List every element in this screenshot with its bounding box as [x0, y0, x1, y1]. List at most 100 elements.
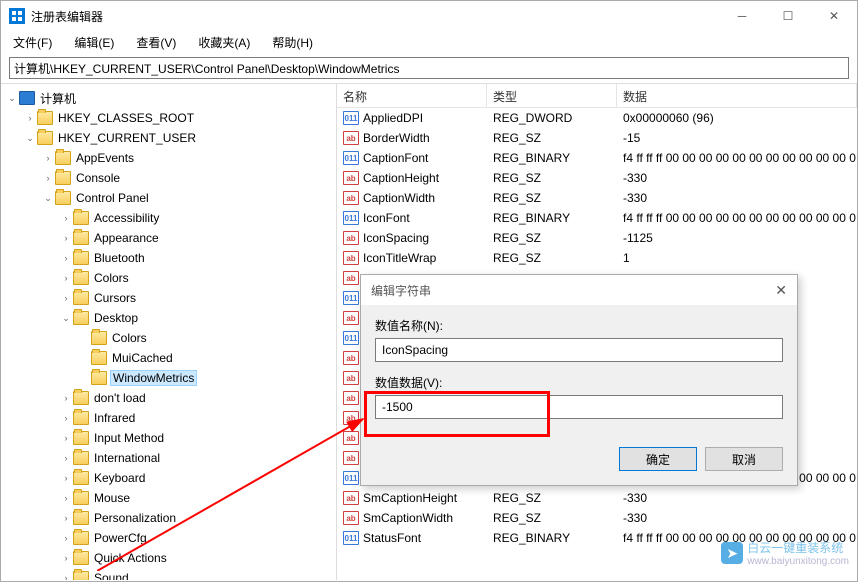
tree-item-mouse[interactable]: ›Mouse [1, 488, 336, 508]
list-row[interactable]: abBorderWidthREG_SZ-15 [337, 128, 857, 148]
list-row[interactable]: abIconTitleWrapREG_SZ1 [337, 248, 857, 268]
expander-icon[interactable]: › [59, 273, 73, 283]
folder-icon [37, 111, 53, 125]
list-row[interactable]: 011IconFontREG_BINARYf4 ff ff ff 00 00 0… [337, 208, 857, 228]
expander-icon[interactable]: › [59, 513, 73, 523]
folder-icon [73, 531, 89, 545]
tree-item-muicached[interactable]: MuiCached [1, 348, 336, 368]
tree-item-console[interactable]: ›Console [1, 168, 336, 188]
close-button[interactable]: ✕ [811, 1, 857, 31]
header-type[interactable]: 类型 [487, 84, 617, 107]
folder-icon [73, 511, 89, 525]
expander-icon[interactable]: › [41, 173, 55, 183]
tree-item-quick-actions[interactable]: ›Quick Actions [1, 548, 336, 568]
cancel-button[interactable]: 取消 [705, 447, 783, 471]
tree-item-input-method[interactable]: ›Input Method [1, 428, 336, 448]
menubar: 文件(F) 编辑(E) 查看(V) 收藏夹(A) 帮助(H) [1, 31, 857, 53]
watermark-icon: ➤ [721, 542, 743, 564]
folder-icon [91, 351, 107, 365]
tree-item-colors[interactable]: Colors [1, 328, 336, 348]
dialog-close-button[interactable]: ✕ [775, 282, 787, 299]
data-label: 数值数据(V): [375, 374, 783, 391]
folder-icon [55, 191, 71, 205]
tree-item-appevents[interactable]: ›AppEvents [1, 148, 336, 168]
expander-icon[interactable]: ⌄ [5, 93, 19, 104]
expander-icon[interactable]: › [59, 573, 73, 580]
expander-icon[interactable]: ⌄ [23, 133, 37, 144]
name-label: 数值名称(N): [375, 317, 783, 334]
value-str-icon: ab [343, 271, 359, 285]
tree-item-windowmetrics[interactable]: WindowMetrics [1, 368, 336, 388]
expander-icon[interactable]: › [59, 533, 73, 543]
tree-item-personalization[interactable]: ›Personalization [1, 508, 336, 528]
tree-item-infrared[interactable]: ›Infrared [1, 408, 336, 428]
menu-file[interactable]: 文件(F) [9, 32, 56, 53]
tree-item-appearance[interactable]: ›Appearance [1, 228, 336, 248]
expander-icon[interactable]: › [59, 413, 73, 423]
expander-icon[interactable]: › [59, 473, 73, 483]
address-bar[interactable]: 计算机\HKEY_CURRENT_USER\Control Panel\Desk… [9, 57, 849, 79]
tree-root[interactable]: ⌄ 计算机 [1, 88, 336, 108]
tree-item-accessibility[interactable]: ›Accessibility [1, 208, 336, 228]
value-str-icon: ab [343, 491, 359, 505]
expander-icon[interactable]: › [59, 453, 73, 463]
tree-item-sound[interactable]: ›Sound [1, 568, 336, 580]
window-title: 注册表编辑器 [31, 8, 103, 25]
expander-icon[interactable]: ⌄ [59, 313, 73, 324]
tree-item-bluetooth[interactable]: ›Bluetooth [1, 248, 336, 268]
list-row[interactable]: abSmCaptionWidthREG_SZ-330 [337, 508, 857, 528]
tree-item-keyboard[interactable]: ›Keyboard [1, 468, 336, 488]
tree-hkcr[interactable]: › HKEY_CLASSES_ROOT [1, 108, 336, 128]
list-row[interactable]: abSmCaptionHeightREG_SZ-330 [337, 488, 857, 508]
list-row[interactable]: abCaptionHeightREG_SZ-330 [337, 168, 857, 188]
ok-button[interactable]: 确定 [619, 447, 697, 471]
dialog-titlebar: 编辑字符串 ✕ [361, 275, 797, 305]
value-str-icon: ab [343, 431, 359, 445]
menu-favorites[interactable]: 收藏夹(A) [194, 32, 254, 53]
list-row[interactable]: 011CaptionFontREG_BINARYf4 ff ff ff 00 0… [337, 148, 857, 168]
list-header: 名称 类型 数据 [337, 84, 857, 108]
value-str-icon: ab [343, 411, 359, 425]
tree-item-cursors[interactable]: ›Cursors [1, 288, 336, 308]
value-data-input[interactable] [375, 395, 783, 419]
value-name-input[interactable] [375, 338, 783, 362]
header-data[interactable]: 数据 [617, 84, 857, 107]
address-text: 计算机\HKEY_CURRENT_USER\Control Panel\Desk… [14, 60, 399, 77]
expander-icon[interactable]: ⌄ [41, 193, 55, 204]
header-name[interactable]: 名称 [337, 84, 487, 107]
tree-item-international[interactable]: ›International [1, 448, 336, 468]
folder-icon [91, 331, 107, 345]
folder-icon [73, 451, 89, 465]
app-icon [9, 8, 25, 24]
menu-view[interactable]: 查看(V) [132, 32, 180, 53]
value-bin-icon: 011 [343, 151, 359, 165]
tree-item-colors[interactable]: ›Colors [1, 268, 336, 288]
maximize-button[interactable]: ☐ [765, 1, 811, 31]
expander-icon[interactable]: › [59, 393, 73, 403]
value-bin-icon: 011 [343, 331, 359, 345]
tree-hkcu[interactable]: ⌄ HKEY_CURRENT_USER [1, 128, 336, 148]
tree-item-control-panel[interactable]: ⌄Control Panel [1, 188, 336, 208]
tree-item-don-t-load[interactable]: ›don't load [1, 388, 336, 408]
minimize-button[interactable]: ─ [719, 1, 765, 31]
expander-icon[interactable]: › [59, 213, 73, 223]
value-bin-icon: 011 [343, 211, 359, 225]
expander-icon[interactable]: › [59, 253, 73, 263]
tree-item-desktop[interactable]: ⌄Desktop [1, 308, 336, 328]
value-str-icon: ab [343, 231, 359, 245]
list-row[interactable]: abCaptionWidthREG_SZ-330 [337, 188, 857, 208]
expander-icon[interactable]: › [23, 113, 37, 123]
list-row[interactable]: 011AppliedDPIREG_DWORD0x00000060 (96) [337, 108, 857, 128]
folder-icon [73, 271, 89, 285]
expander-icon[interactable]: › [59, 493, 73, 503]
expander-icon[interactable]: › [59, 233, 73, 243]
expander-icon[interactable]: › [41, 153, 55, 163]
menu-edit[interactable]: 编辑(E) [70, 32, 118, 53]
expander-icon[interactable]: › [59, 293, 73, 303]
tree-pane[interactable]: ⌄ 计算机 › HKEY_CLASSES_ROOT ⌄ HKEY_CURRENT… [1, 84, 337, 580]
menu-help[interactable]: 帮助(H) [268, 32, 317, 53]
expander-icon[interactable]: › [59, 553, 73, 563]
tree-item-powercfg[interactable]: ›PowerCfg [1, 528, 336, 548]
expander-icon[interactable]: › [59, 433, 73, 443]
list-row[interactable]: abIconSpacingREG_SZ-1125 [337, 228, 857, 248]
